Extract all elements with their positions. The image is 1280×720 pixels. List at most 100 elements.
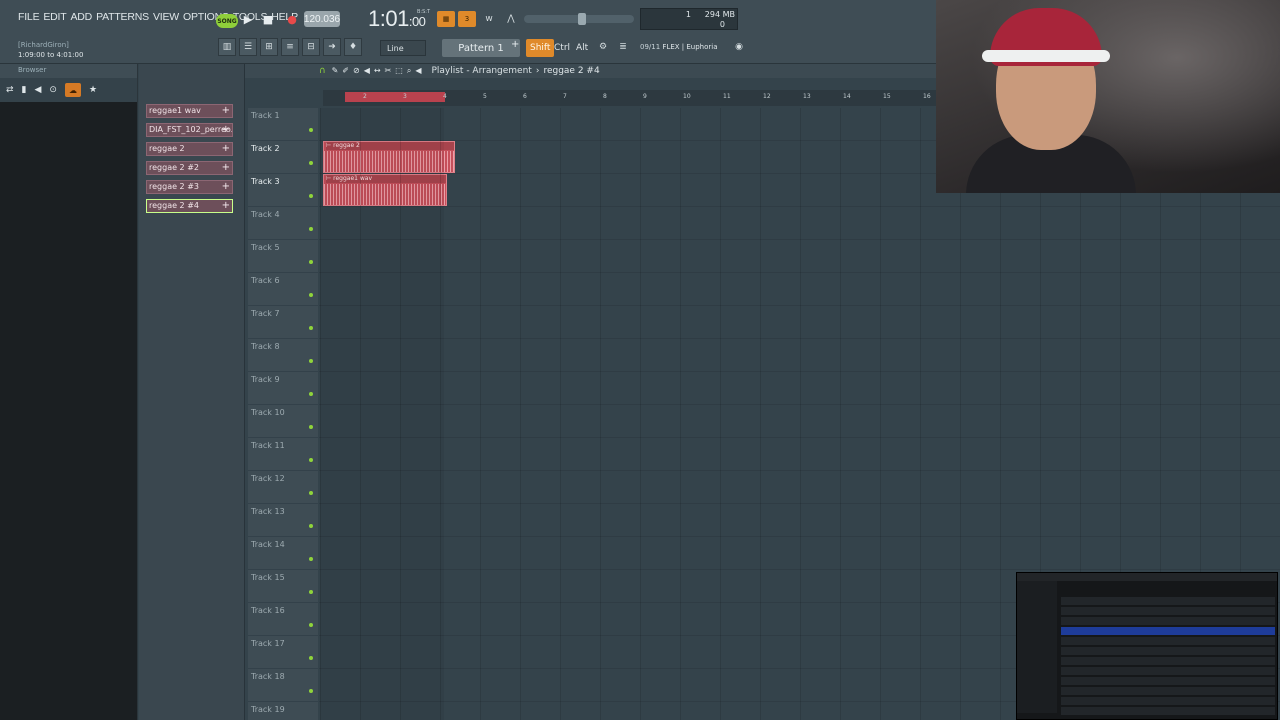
globe-button[interactable]: ◉ <box>730 39 748 55</box>
back-icon[interactable]: ◀ <box>35 85 42 95</box>
track-lane[interactable] <box>319 438 1280 471</box>
track-mute-led[interactable] <box>309 524 313 528</box>
track-mute-led[interactable] <box>309 293 313 297</box>
pattern-item[interactable]: reggae1 wav + <box>146 104 233 118</box>
record-button[interactable]: ● <box>284 11 300 27</box>
track-mute-led[interactable] <box>309 425 313 429</box>
list-button[interactable]: ≣ <box>614 39 632 55</box>
track-header[interactable]: Track 9 <box>248 372 318 405</box>
arrow-button[interactable]: ➜ <box>323 38 341 56</box>
snap-select[interactable]: Line <box>380 40 426 56</box>
cloud-icon[interactable]: ☁ <box>64 83 81 97</box>
track-lane[interactable] <box>319 537 1280 570</box>
track-lane[interactable] <box>319 207 1280 240</box>
track-header[interactable]: Track 13 <box>248 504 318 537</box>
menu-add[interactable]: ADD <box>71 11 93 23</box>
track-lane[interactable] <box>319 273 1280 306</box>
track-mute-led[interactable] <box>309 128 313 132</box>
track-mute-led[interactable] <box>309 260 313 264</box>
master-volume-slider[interactable] <box>524 13 634 25</box>
audio-clip[interactable]: ⊢ reggae1 wav <box>323 174 447 206</box>
track-header[interactable]: Track 14 <box>248 537 318 570</box>
playback-icon[interactable]: ◀ <box>415 66 421 76</box>
track-header[interactable]: Track 2 <box>248 141 318 174</box>
select-icon[interactable]: ⬚ <box>395 66 403 76</box>
track-header[interactable]: Track 10 <box>248 405 318 438</box>
track-lane[interactable] <box>319 405 1280 438</box>
track-header[interactable]: Track 19 <box>248 702 318 720</box>
track-mute-led[interactable] <box>309 326 313 330</box>
master-volume-knob[interactable] <box>578 13 586 25</box>
add-to-playlist-icon[interactable]: + <box>222 181 230 193</box>
menu-edit[interactable]: EDIT <box>43 11 66 23</box>
track-mute-led[interactable] <box>309 458 313 462</box>
tempo-display[interactable]: 120.036 <box>304 11 340 27</box>
add-to-playlist-icon[interactable]: + <box>222 105 230 117</box>
ctrl-key[interactable]: Ctrl <box>550 39 574 57</box>
track-header[interactable]: Track 5 <box>248 240 318 273</box>
countdown-button[interactable]: 3 <box>458 11 476 27</box>
star-icon[interactable]: ★ <box>89 85 97 95</box>
pattern-item[interactable]: DIA_FST_102_perreo... + <box>146 123 233 137</box>
track-lane[interactable] <box>319 504 1280 537</box>
menu-file[interactable]: FILE <box>18 11 40 23</box>
brush-icon[interactable]: ✐ <box>342 66 349 76</box>
pattern-item[interactable]: reggae 2 + <box>146 142 233 156</box>
track-mute-led[interactable] <box>309 590 313 594</box>
add-to-playlist-icon[interactable]: + <box>222 143 230 155</box>
track-mute-led[interactable] <box>309 359 313 363</box>
add-pattern-button[interactable]: + <box>511 39 521 57</box>
track-header[interactable]: Track 15 <box>248 570 318 603</box>
wait-button[interactable]: w <box>480 11 498 27</box>
track-mute-led[interactable] <box>309 194 313 198</box>
track-mute-led[interactable] <box>309 656 313 660</box>
track-lane[interactable] <box>319 240 1280 273</box>
record-settings-button[interactable]: ⚙ <box>594 39 612 55</box>
menu-view[interactable]: VIEW <box>153 11 179 23</box>
track-header[interactable]: Track 17 <box>248 636 318 669</box>
track-mute-led[interactable] <box>309 491 313 495</box>
piano-roll-button[interactable]: ☰ <box>239 38 257 56</box>
alt-key[interactable]: Alt <box>572 39 592 57</box>
track-header[interactable]: Track 18 <box>248 669 318 702</box>
menu-patterns[interactable]: PATTERNS <box>96 11 149 23</box>
stop-button[interactable]: ■ <box>260 11 276 27</box>
track-mute-led[interactable] <box>309 557 313 561</box>
collapse-icon[interactable]: ⇄ <box>6 85 14 95</box>
folder-icon[interactable]: ▮ <box>22 85 27 95</box>
search-icon[interactable]: ⊙ <box>49 85 57 95</box>
track-lane[interactable] <box>319 372 1280 405</box>
track-header[interactable]: Track 7 <box>248 306 318 339</box>
add-to-playlist-icon[interactable]: + <box>222 200 230 212</box>
mute-icon[interactable]: ◀ <box>364 66 370 76</box>
pattern-item[interactable]: reggae 2 #3 + <box>146 180 233 194</box>
track-header[interactable]: Track 6 <box>248 273 318 306</box>
track-header[interactable]: Track 3 <box>248 174 318 207</box>
track-header[interactable]: Track 8 <box>248 339 318 372</box>
pattern-item[interactable]: reggae 2 #4 + <box>146 199 233 213</box>
pattern-item[interactable]: reggae 2 #2 + <box>146 161 233 175</box>
song-mode-toggle[interactable]: SONG <box>216 14 238 28</box>
add-to-playlist-icon[interactable]: + <box>222 124 230 136</box>
track-mute-led[interactable] <box>309 623 313 627</box>
track-mute-led[interactable] <box>309 392 313 396</box>
metronome-button[interactable]: ▦ <box>437 11 455 27</box>
pattern-select[interactable]: Pattern 1 <box>442 39 520 57</box>
loop-range[interactable] <box>345 92 445 102</box>
mic-button[interactable]: ♦ <box>344 38 362 56</box>
track-mute-led[interactable] <box>309 227 313 231</box>
add-to-playlist-icon[interactable]: + <box>222 162 230 174</box>
track-mute-led[interactable] <box>309 161 313 165</box>
slip-icon[interactable]: ↔ <box>374 66 381 76</box>
track-header[interactable]: Track 16 <box>248 603 318 636</box>
track-lane[interactable] <box>319 306 1280 339</box>
play-button[interactable]: ▶ <box>240 11 256 27</box>
mixer-button[interactable]: ≡ <box>281 38 299 56</box>
track-lane[interactable] <box>319 339 1280 372</box>
blend-button[interactable]: ⋀ <box>502 11 520 27</box>
playlist-view-button[interactable]: ▥ <box>218 38 236 56</box>
zoom-icon[interactable]: ⌕ <box>407 66 411 76</box>
channel-rack-button[interactable]: ⊞ <box>260 38 278 56</box>
magnet-icon[interactable]: ∩ <box>319 66 326 76</box>
track-header[interactable]: Track 11 <box>248 438 318 471</box>
